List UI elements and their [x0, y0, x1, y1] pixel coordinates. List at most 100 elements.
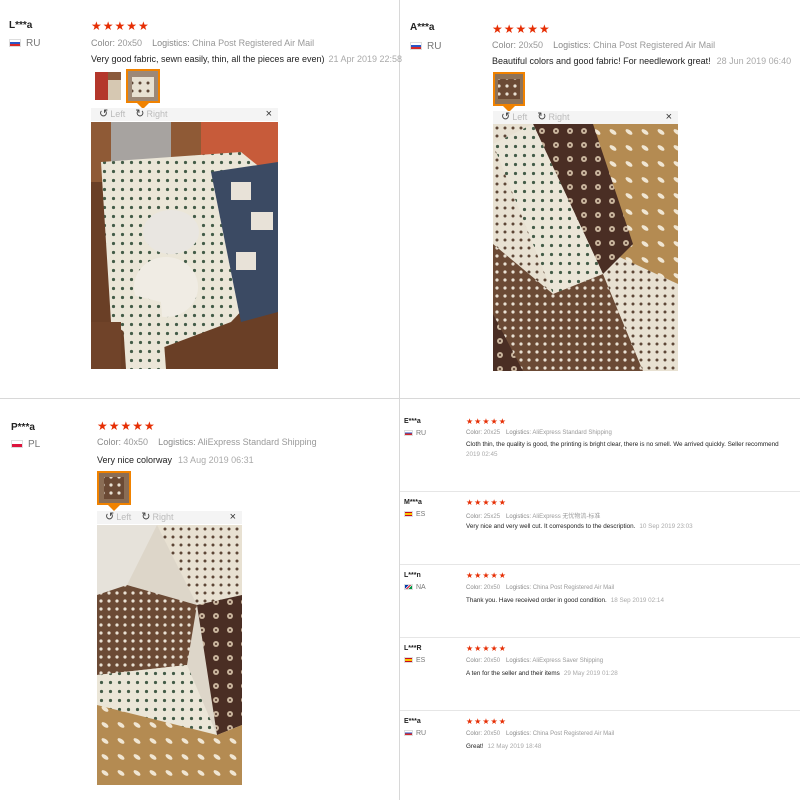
order-info: Color: 40x50 Logistics: AliExpress Standa…	[97, 437, 317, 447]
color-value: 20x50	[483, 585, 501, 591]
close-icon[interactable]: ×	[666, 111, 672, 124]
review-date: 21 Apr 2019 22:58	[328, 54, 403, 64]
country-code: RU	[26, 38, 41, 49]
color-value: 20x50	[483, 731, 501, 737]
rotate-left-button[interactable]: ↺ Left	[105, 511, 141, 523]
flag-es-icon	[404, 511, 413, 517]
reviewer-country: RU	[410, 41, 441, 52]
review-photo	[97, 525, 242, 785]
reviewer-country: RU	[404, 730, 426, 737]
review-text: Very nice colorway 13 Aug 2019 06:31	[97, 455, 254, 465]
color-value: 25x25	[483, 514, 501, 520]
logistics-value: AliExpress 无忧物流-标准	[532, 514, 601, 520]
flag-es-icon	[404, 657, 413, 663]
reviewer-country: NA	[404, 584, 426, 591]
rotate-left-button[interactable]: ↺ Left	[501, 111, 537, 123]
order-info: Color: 20x50 Logistics: AliExpress Saver …	[466, 658, 604, 664]
country-code: RU	[427, 41, 442, 52]
country-code: ES	[416, 511, 426, 518]
star-rating: ★★★★★	[97, 419, 156, 433]
close-icon[interactable]: ×	[266, 108, 272, 121]
review-date: 28 Jun 2019 06:40	[716, 56, 792, 66]
rotate-right-button[interactable]: ↻ Right	[135, 108, 177, 120]
rotate-right-icon: ↻	[537, 111, 547, 123]
rotate-left-icon: ↺	[105, 511, 115, 523]
star-rating: ★★★★★	[492, 22, 551, 36]
logistics-value: AliExpress Saver Shipping	[532, 658, 604, 664]
review-photo-thumbnail-selected[interactable]	[126, 69, 160, 109]
review-photo	[493, 124, 678, 371]
reviewer-country: RU	[404, 430, 426, 437]
logistics-value: AliExpress Standard Shipping	[532, 430, 612, 436]
rotate-right-button[interactable]: ↻ Right	[141, 511, 183, 523]
photo-thumbnail-image	[95, 72, 121, 100]
row-divider	[400, 564, 800, 565]
flag-ru-icon	[410, 42, 422, 50]
rotate-left-icon: ↺	[501, 111, 511, 123]
flag-na-icon	[404, 584, 413, 590]
reviewer-name: M***a	[404, 499, 422, 506]
review-date: 13 Aug 2019 06:31	[178, 455, 254, 465]
photo-viewer-toolbar: ↺ Left ↻ Right ×	[91, 108, 278, 121]
photo-viewer-toolbar: ↺ Left ↻ Right ×	[493, 111, 678, 124]
reviewer-name: L***R	[404, 645, 422, 652]
review-text: Very nice and very well cut. It correspo…	[466, 523, 693, 530]
reviewer-country: PL	[11, 439, 40, 450]
star-rating: ★★★★★	[466, 498, 507, 507]
row-divider	[400, 491, 800, 492]
review-date: 2019 02:45	[466, 451, 498, 458]
logistics-value: China Post Registered Air Mail	[593, 40, 716, 50]
star-rating: ★★★★★	[466, 417, 507, 426]
row-divider	[400, 637, 800, 638]
order-info: Color: 20x50 Logistics: China Post Regist…	[91, 38, 315, 48]
color-value: 40x50	[123, 437, 149, 447]
logistics-value: China Post Registered Air Mail	[532, 731, 615, 737]
review-photo	[91, 122, 278, 369]
star-rating: ★★★★★	[466, 571, 507, 580]
vertical-divider	[399, 0, 400, 800]
photo-thumbnail-image	[99, 473, 129, 503]
review-photo-thumbnail-selected[interactable]	[97, 471, 131, 511]
review-date: 12 May 2019 18:48	[487, 743, 542, 750]
reviewer-name: L***n	[404, 572, 421, 579]
flag-ru-icon	[9, 39, 21, 47]
color-value: 20x25	[483, 430, 501, 436]
star-rating: ★★★★★	[466, 717, 507, 726]
logistics-value: AliExpress Standard Shipping	[197, 437, 317, 447]
order-info: Color: 20x50 Logistics: China Post Regist…	[466, 585, 615, 591]
country-code: RU	[416, 430, 427, 437]
review-text: Thank you. Have received order in good c…	[466, 597, 664, 604]
review-text: Cloth thin, the quality is good, the pri…	[466, 441, 779, 448]
rotate-right-button[interactable]: ↻ Right	[537, 111, 579, 123]
order-info: Color: 20x25 Logistics: AliExpress Standa…	[466, 430, 612, 436]
reviewer-name: P***a	[11, 422, 35, 433]
logistics-value: China Post Registered Air Mail	[192, 38, 315, 48]
photo-thumbnail-image	[495, 74, 523, 104]
reviewer-name: A***a	[410, 22, 435, 33]
rotate-right-icon: ↻	[141, 511, 151, 523]
review-date: 29 May 2019 01:28	[563, 670, 618, 677]
review-date: 18 Sep 2019 02:14	[610, 597, 664, 604]
reviewer-country: ES	[404, 511, 425, 518]
review-photo-thumbnail-selected[interactable]	[493, 72, 525, 112]
reviewer-country: RU	[9, 38, 40, 49]
rotate-left-button[interactable]: ↺ Left	[99, 108, 135, 120]
rotate-right-icon: ↻	[135, 108, 145, 120]
country-code: RU	[416, 730, 427, 737]
color-value: 20x50	[483, 658, 501, 664]
review-photo-thumbnail[interactable]	[93, 70, 123, 102]
row-divider	[400, 710, 800, 711]
photo-thumbnail-image	[128, 71, 158, 101]
close-icon[interactable]: ×	[230, 511, 236, 524]
country-code: NA	[416, 584, 426, 591]
reviewer-country: ES	[404, 657, 425, 664]
reviewer-name: E***a	[404, 718, 421, 725]
horizontal-divider	[0, 398, 800, 399]
flag-ru-icon	[404, 730, 413, 736]
rotate-left-icon: ↺	[99, 108, 109, 120]
review-text: Very good fabric, sewn easily, thin, all…	[91, 54, 403, 64]
flag-ru-icon	[404, 430, 413, 436]
review-text: Great! 12 May 2019 18:48	[466, 743, 542, 750]
logistics-value: China Post Registered Air Mail	[532, 585, 615, 591]
star-rating: ★★★★★	[466, 644, 507, 653]
